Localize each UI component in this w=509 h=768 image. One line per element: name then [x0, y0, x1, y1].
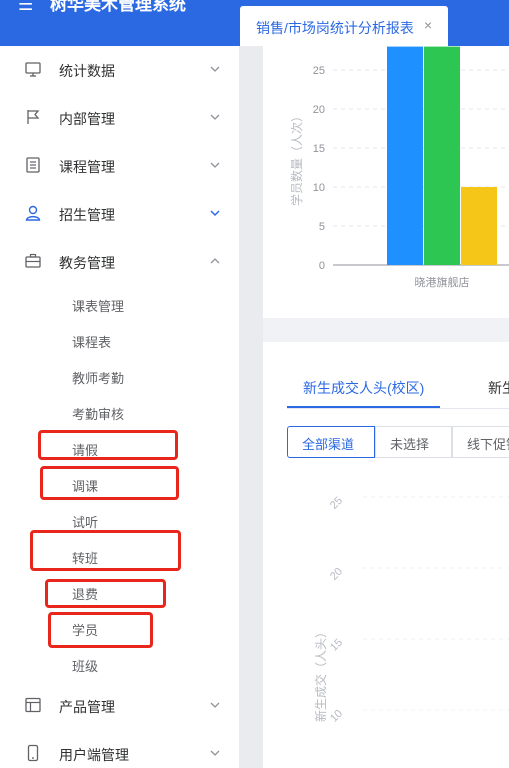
highlight-box-leave — [38, 430, 178, 460]
chart-bar-series-3 — [461, 187, 497, 265]
sidebar-subitem-schedule[interactable]: 课程表 — [0, 322, 239, 358]
chart-x-tick-label: 晓港旗舰店 — [415, 275, 470, 289]
chart-y-tick-label: 10 — [313, 182, 325, 194]
chevron-down-icon — [210, 114, 220, 120]
chevron-down-icon — [210, 750, 220, 756]
chart-y-ticks: 10 15 20 25 — [328, 495, 345, 725]
sidebar-item-enrollment[interactable]: 招生管理 — [0, 190, 239, 238]
user-icon — [25, 205, 41, 221]
chart-y-tick-label: 0 — [319, 260, 325, 272]
briefcase-icon — [25, 253, 41, 268]
phone-icon — [27, 744, 39, 762]
chart-y-tick-label: 5 — [319, 221, 325, 233]
sidebar-subitem-label: 课程表 — [72, 335, 112, 350]
sidebar-item-label: 教务管理 — [59, 255, 115, 271]
chart-bar-series-2 — [424, 46, 460, 265]
app-root: ☰ 树华美术管理系统 销售/市场岗统计分析报表 × 统计数据 内部管理 课程管理… — [0, 0, 509, 768]
sidebar-subitem-label: 教师考勤 — [72, 371, 125, 386]
tab-sales-report[interactable]: 销售/市场岗统计分析报表 × — [240, 6, 448, 46]
chevron-up-icon — [210, 258, 220, 264]
chart-y-tick-label: 20 — [313, 104, 325, 116]
menu-toggle-icon[interactable]: ☰ — [18, 0, 40, 15]
sidebar-item-academic[interactable]: 教务管理 — [0, 238, 239, 286]
chevron-down-icon — [210, 66, 220, 72]
sidebar-item-internal[interactable]: 内部管理 — [0, 94, 239, 142]
sidebar-item-label: 统计数据 — [59, 63, 115, 79]
chevron-down-icon — [210, 702, 220, 708]
layout-icon — [25, 697, 41, 713]
sidebar-subitem-classes[interactable]: 班级 — [0, 646, 239, 682]
highlight-box-transfer — [30, 530, 181, 571]
chevron-down-icon — [210, 162, 220, 168]
chart-y-tick-label: 10 — [328, 708, 345, 725]
sidebar-item-label: 内部管理 — [59, 111, 115, 127]
list-icon — [26, 157, 40, 173]
chart-gridlines — [363, 496, 509, 711]
content-gutter — [239, 46, 263, 768]
chart-bars — [387, 46, 497, 265]
sidebar-subitem-schedule-manage[interactable]: 课表管理 — [0, 286, 239, 322]
sidebar-item-label: 产品管理 — [59, 699, 115, 715]
sidebar-subitem-label: 课表管理 — [72, 299, 125, 314]
chart-y-tick-label: 15 — [313, 143, 325, 155]
sidebar-item-label: 用户端管理 — [59, 747, 129, 763]
sidebar-subitem-teacher-attendance[interactable]: 教师考勤 — [0, 358, 239, 394]
sidebar-subitem-label: 考勤审核 — [72, 407, 125, 422]
enrollment-bar-chart-panel: 学员数量（人次） 0 5 10 15 20 25 晓港旗舰店 — [263, 46, 509, 318]
highlight-box-reschedule — [40, 466, 179, 500]
app-title: ☰ 树华美术管理系统 — [18, 0, 186, 15]
chart-y-axis-label: 新生成交（人头） — [313, 626, 328, 722]
new-student-deals-panel: 新生成交人头(校区) 新生 全部渠道 未选择 线下促销 新生成交（人头） 101… — [263, 342, 509, 768]
enrollment-bar-chart: 学员数量（人次） 0 5 10 15 20 25 晓港旗舰店 — [289, 46, 509, 289]
top-header: ☰ 树华美术管理系统 销售/市场岗统计分析报表 × — [0, 0, 509, 46]
highlight-box-students — [48, 612, 153, 648]
tab-label[interactable]: 销售/市场岗统计分析报表 — [256, 18, 414, 38]
new-deals-chart: 新生成交（人头） 10 15 20 25 — [313, 495, 509, 725]
chart-bar-series-1 — [387, 46, 423, 265]
chart-y-tick-label: 25 — [328, 495, 345, 512]
chart-y-ticks: 0 5 10 15 20 25 — [313, 65, 325, 272]
chart-y-axis-label: 学员数量（人次） — [289, 110, 304, 206]
monitor-icon — [25, 62, 41, 77]
sidebar-item-product[interactable]: 产品管理 — [0, 682, 239, 730]
flag-icon — [27, 110, 40, 124]
sidebar: 统计数据 内部管理 课程管理 招生管理 教务管理 课表管理 课程表 教师考勤 考… — [0, 46, 239, 768]
sidebar-item-statistics[interactable]: 统计数据 — [0, 46, 239, 94]
sidebar-item-client[interactable]: 用户端管理 — [0, 730, 239, 768]
chart-y-tick-label: 25 — [313, 65, 325, 77]
app-title-text: 树华美术管理系统 — [50, 0, 186, 14]
sidebar-item-label: 招生管理 — [59, 207, 115, 223]
chart-y-tick-label: 15 — [328, 637, 345, 654]
sidebar-subitem-label: 班级 — [72, 659, 99, 674]
highlight-box-refund — [45, 579, 166, 608]
sidebar-subitem-attendance-review[interactable]: 考勤审核 — [0, 394, 239, 430]
chevron-down-icon — [210, 210, 220, 217]
sidebar-subitem-label: 试听 — [72, 515, 99, 530]
sidebar-item-label: 课程管理 — [59, 159, 115, 175]
chart-y-tick-label: 20 — [328, 566, 345, 583]
sidebar-item-course[interactable]: 课程管理 — [0, 142, 239, 190]
close-icon[interactable]: × — [424, 17, 432, 33]
